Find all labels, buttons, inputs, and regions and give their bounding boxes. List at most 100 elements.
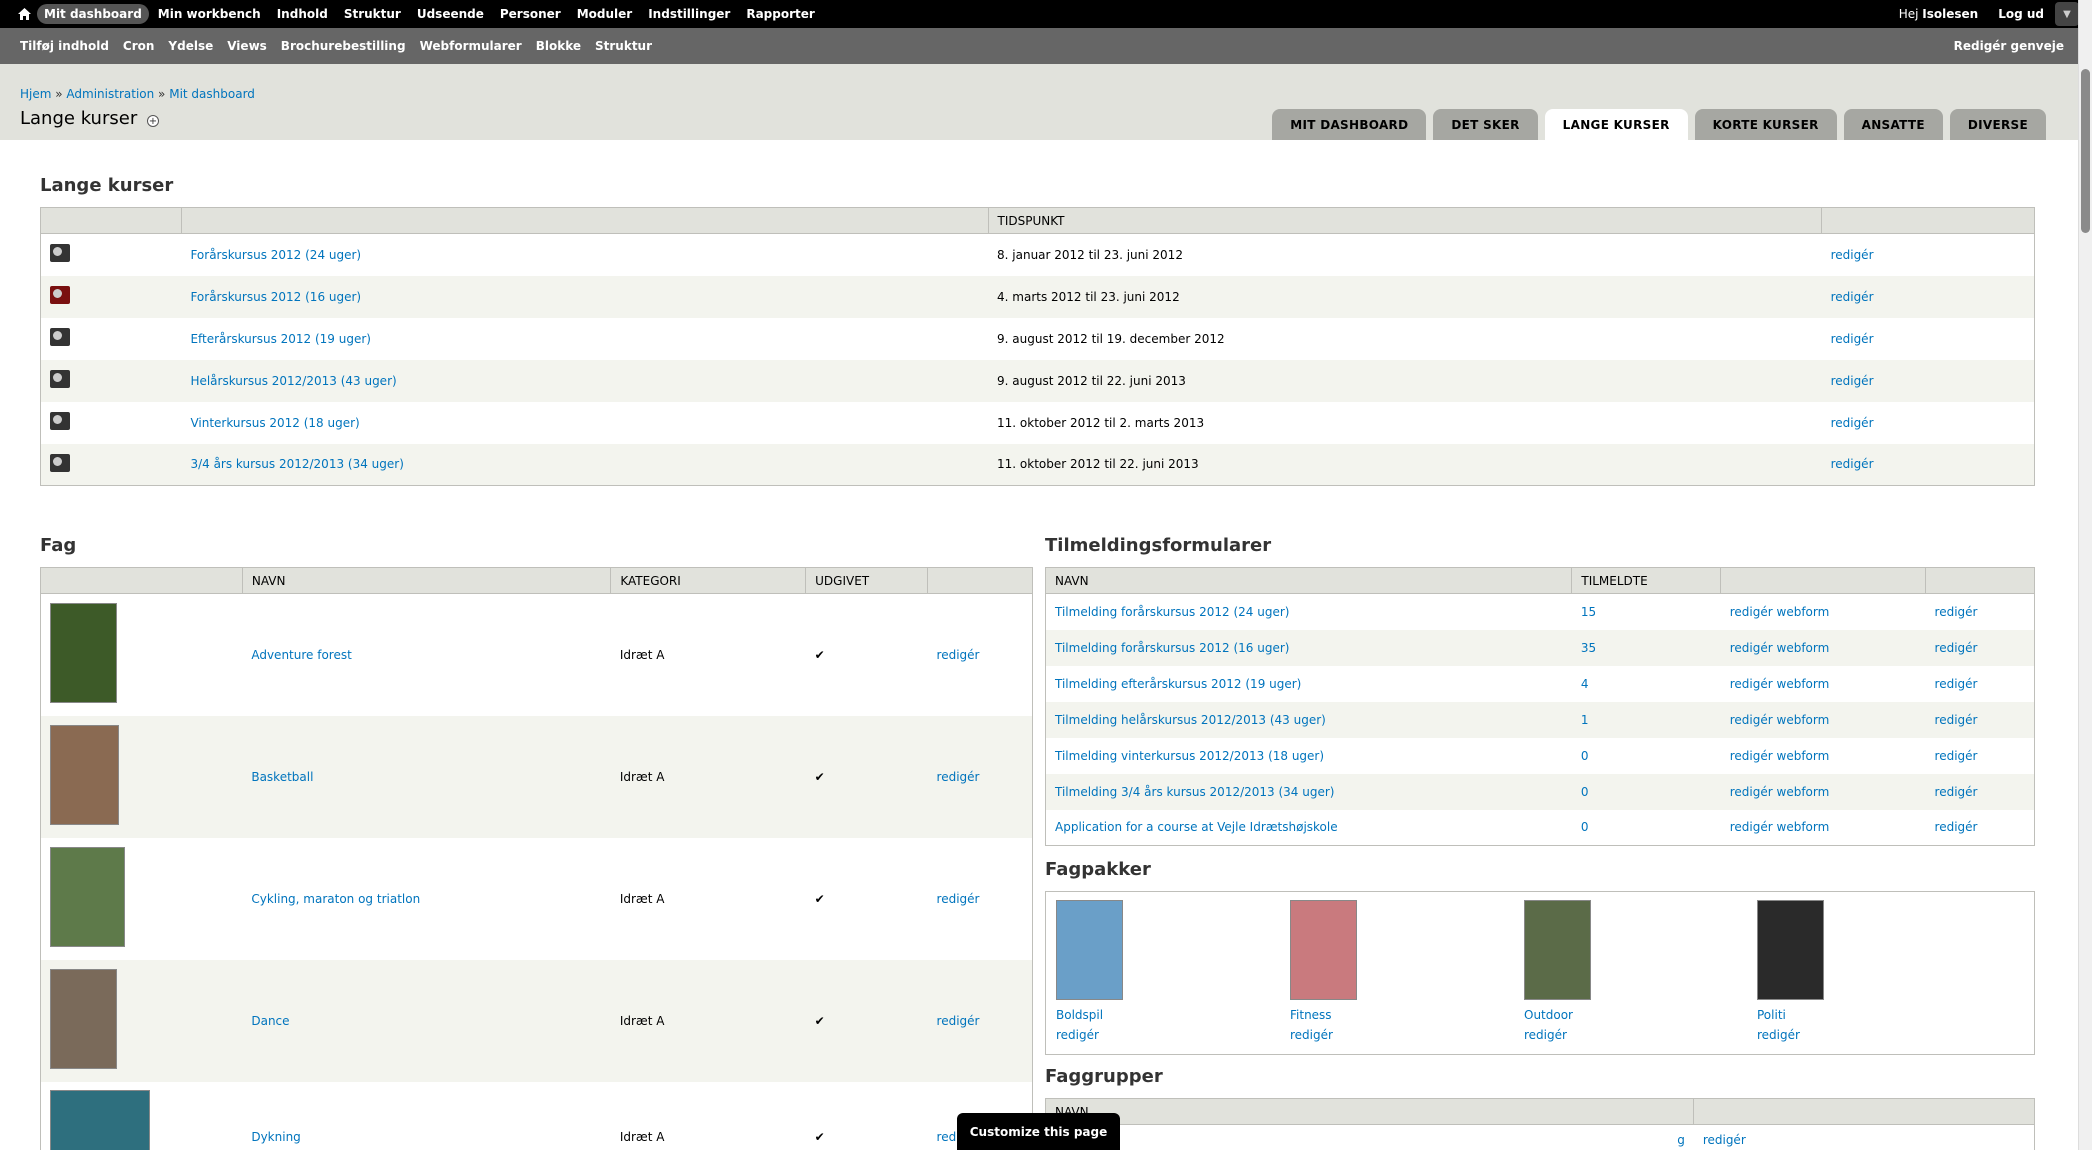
package-photo[interactable]	[1056, 900, 1123, 1000]
col-navn[interactable]: NAVN	[1044, 1098, 1695, 1125]
edit-link[interactable]: redigér	[1831, 374, 1874, 388]
package-link[interactable]: Boldspil	[1056, 1008, 1196, 1022]
edit-link[interactable]: redigér	[1703, 1133, 1746, 1147]
add-shortcut-icon[interactable]: +	[147, 115, 159, 127]
tab-mit-dashboard[interactable]: MIT DASHBOARD	[1272, 109, 1427, 140]
tab-korte-kurser[interactable]: KORTE KURSER	[1694, 109, 1837, 140]
col-udgivet[interactable]: UDGIVET	[805, 567, 929, 594]
tab-det-sker[interactable]: DET SKER	[1433, 109, 1538, 140]
subject-link[interactable]: Dykning	[251, 1130, 300, 1144]
toolbar-item-struktur[interactable]: Struktur	[337, 4, 408, 24]
course-thumbnail[interactable]	[50, 412, 70, 430]
edit-link[interactable]: redigér	[1935, 605, 1978, 619]
edit-link[interactable]: redigér	[1831, 248, 1874, 262]
form-link[interactable]: Tilmelding helårskursus 2012/2013 (43 ug…	[1055, 713, 1326, 727]
edit-link[interactable]: redigér	[1831, 457, 1874, 471]
course-thumbnail[interactable]	[50, 286, 70, 304]
registrations-count[interactable]: 0	[1581, 785, 1589, 799]
registrations-count[interactable]: 0	[1581, 749, 1589, 763]
shortcut-webformularer[interactable]: Webformularer	[413, 39, 529, 53]
registrations-count[interactable]: 0	[1581, 820, 1589, 834]
course-link[interactable]: Forårskursus 2012 (24 uger)	[190, 248, 361, 262]
breadcrumb-mit-dashboard[interactable]: Mit dashboard	[169, 87, 255, 101]
toolbar-item-indhold[interactable]: Indhold	[270, 4, 335, 24]
form-link[interactable]: Tilmelding forårskursus 2012 (24 uger)	[1055, 605, 1289, 619]
subject-link[interactable]: Cykling, maraton og triatlon	[251, 892, 420, 906]
toggle-shortcuts-button[interactable]: ▼	[2055, 2, 2079, 26]
shortcut-blokke[interactable]: Blokke	[529, 39, 588, 53]
package-photo[interactable]	[1757, 900, 1824, 1000]
edit-webform-link[interactable]: redigér webform	[1730, 605, 1830, 619]
tab-ansatte[interactable]: ANSATTE	[1843, 109, 1943, 140]
form-link[interactable]: Tilmelding efterårskursus 2012 (19 uger)	[1055, 677, 1301, 691]
col-tidspunkt[interactable]: TIDSPUNKT	[987, 207, 1823, 234]
edit-link[interactable]: redigér	[1935, 641, 1978, 655]
form-link[interactable]: Application for a course at Vejle Idræts…	[1055, 820, 1338, 834]
package-photo[interactable]	[1524, 900, 1591, 1000]
edit-link[interactable]: redigér	[1935, 677, 1978, 691]
page-scrollbar[interactable]	[2078, 0, 2092, 1150]
registrations-count[interactable]: 35	[1581, 641, 1596, 655]
subject-photo[interactable]	[50, 603, 117, 704]
subject-photo[interactable]	[50, 1089, 150, 1150]
edit-link[interactable]: redigér	[1290, 1028, 1430, 1042]
edit-link[interactable]: redigér	[1757, 1028, 1897, 1042]
registrations-count[interactable]: 4	[1581, 677, 1589, 691]
edit-webform-link[interactable]: redigér webform	[1730, 641, 1830, 655]
edit-webform-link[interactable]: redigér webform	[1730, 749, 1830, 763]
edit-link[interactable]: redigér	[937, 892, 980, 906]
course-thumbnail[interactable]	[50, 453, 70, 472]
course-link[interactable]: Forårskursus 2012 (16 uger)	[190, 290, 361, 304]
package-link[interactable]: Politi	[1757, 1008, 1897, 1022]
edit-link[interactable]: redigér	[937, 770, 980, 784]
shortcut-views[interactable]: Views	[220, 39, 274, 53]
form-link[interactable]: Tilmelding 3/4 års kursus 2012/2013 (34 …	[1055, 785, 1334, 799]
username-link[interactable]: Isolesen	[1922, 7, 1978, 21]
breadcrumb-hjem[interactable]: Hjem	[20, 87, 51, 101]
toolbar-item-udseende[interactable]: Udseende	[410, 4, 491, 24]
edit-link[interactable]: redigér	[1935, 713, 1978, 727]
home-icon[interactable]	[11, 0, 37, 28]
package-link[interactable]: Outdoor	[1524, 1008, 1664, 1022]
toolbar-item-rapporter[interactable]: Rapporter	[739, 4, 821, 24]
edit-link[interactable]: redigér	[937, 648, 980, 662]
course-link[interactable]: 3/4 års kursus 2012/2013 (34 uger)	[190, 457, 403, 471]
course-link[interactable]: Efterårskursus 2012 (19 uger)	[190, 332, 371, 346]
group-link[interactable]: g	[1677, 1133, 1685, 1147]
edit-link[interactable]: redigér	[1831, 416, 1874, 430]
edit-link[interactable]: redigér	[1831, 332, 1874, 346]
shortcut-cron[interactable]: Cron	[116, 39, 162, 53]
tab-lange-kurser[interactable]: LANGE KURSER	[1544, 109, 1688, 140]
course-link[interactable]: Vinterkursus 2012 (18 uger)	[190, 416, 359, 430]
form-link[interactable]: Tilmelding forårskursus 2012 (16 uger)	[1055, 641, 1289, 655]
course-thumbnail[interactable]	[50, 328, 70, 346]
edit-webform-link[interactable]: redigér webform	[1730, 820, 1830, 834]
shortcut-brochurebestilling[interactable]: Brochurebestilling	[274, 39, 413, 53]
toolbar-item-indstillinger[interactable]: Indstillinger	[641, 4, 737, 24]
edit-webform-link[interactable]: redigér webform	[1730, 785, 1830, 799]
subject-link[interactable]: Dance	[251, 1014, 289, 1028]
form-link[interactable]: Tilmelding vinterkursus 2012/2013 (18 ug…	[1055, 749, 1324, 763]
col-tilmeldte[interactable]: TILMELDTE	[1571, 567, 1722, 594]
breadcrumb-administration[interactable]: Administration	[66, 87, 154, 101]
toolbar-item-min-workbench[interactable]: Min workbench	[151, 4, 268, 24]
toolbar-item-mit-dashboard[interactable]: Mit dashboard	[37, 4, 149, 24]
course-link[interactable]: Helårskursus 2012/2013 (43 uger)	[190, 374, 396, 388]
edit-link[interactable]: redigér	[1935, 785, 1978, 799]
package-link[interactable]: Fitness	[1290, 1008, 1430, 1022]
edit-webform-link[interactable]: redigér webform	[1730, 677, 1830, 691]
col-navn[interactable]: NAVN	[1044, 567, 1573, 594]
subject-photo[interactable]	[50, 725, 119, 825]
subject-photo[interactable]	[50, 847, 125, 947]
edit-link[interactable]: redigér	[1935, 820, 1978, 834]
edit-link[interactable]: redigér	[1831, 290, 1874, 304]
shortcut-struktur[interactable]: Struktur	[588, 39, 659, 53]
edit-link[interactable]: redigér	[1524, 1028, 1664, 1042]
edit-link[interactable]: redigér	[1056, 1028, 1196, 1042]
edit-link[interactable]: redigér	[1935, 749, 1978, 763]
toolbar-item-personer[interactable]: Personer	[493, 4, 568, 24]
subject-link[interactable]: Adventure forest	[251, 648, 351, 662]
course-thumbnail[interactable]	[50, 244, 70, 263]
col-kategori[interactable]: KATEGORI	[610, 567, 807, 594]
col-navn[interactable]: NAVN	[241, 567, 612, 594]
